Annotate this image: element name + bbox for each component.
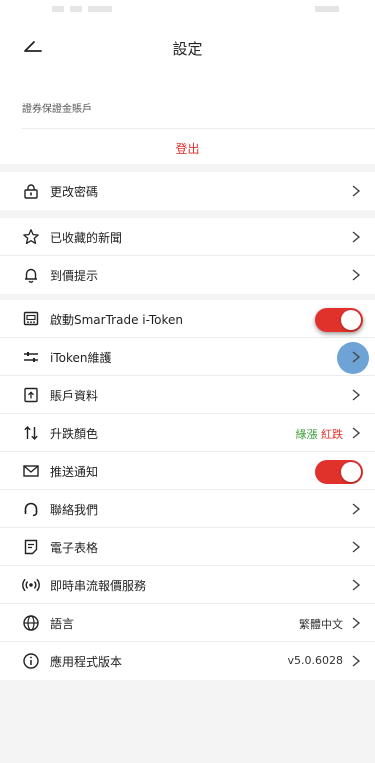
chevron-right-icon bbox=[352, 231, 361, 243]
info-icon bbox=[22, 652, 40, 670]
chevron-right-icon bbox=[352, 389, 361, 401]
row-contact-us[interactable]: 聯絡我們 bbox=[0, 490, 375, 528]
row-price-color[interactable]: 升跌顏色 綠漲 紅跌 bbox=[0, 414, 375, 452]
bell-icon bbox=[22, 266, 40, 284]
account-label: 證券保證金賬戶 bbox=[22, 104, 92, 115]
row-streaming-quote[interactable]: 即時串流報價服務 bbox=[0, 566, 375, 604]
row-label: 推送通知 bbox=[50, 465, 99, 479]
up-down-arrows-icon bbox=[22, 424, 40, 442]
nav-bar: 設定 bbox=[0, 22, 375, 74]
chevron-right-icon bbox=[352, 269, 361, 281]
row-account-info[interactable]: 賬戶資料 bbox=[0, 376, 375, 414]
token-icon bbox=[22, 310, 40, 328]
row-itoken-activate[interactable]: 啟動SmarTrade i-Token bbox=[0, 300, 375, 338]
rise-green-label: 綠漲 bbox=[295, 428, 318, 441]
row-saved-news[interactable]: 已收藏的新聞 bbox=[0, 218, 375, 256]
row-itoken-maintenance[interactable]: iToken維護 bbox=[0, 338, 375, 376]
row-label: 聯絡我們 bbox=[50, 503, 99, 517]
globe-icon bbox=[22, 614, 40, 632]
account-doc-icon bbox=[22, 386, 40, 404]
row-e-forms[interactable]: 電子表格 bbox=[0, 528, 375, 566]
settings-group-news: 已收藏的新聞 到價提示 bbox=[0, 218, 375, 294]
fall-red-label: 紅跌 bbox=[321, 428, 343, 441]
form-icon bbox=[22, 538, 40, 556]
row-label: 已收藏的新聞 bbox=[50, 231, 123, 245]
chevron-right-icon bbox=[352, 655, 361, 667]
itoken-toggle[interactable] bbox=[315, 308, 363, 332]
language-value: 繁體中文 bbox=[299, 618, 343, 631]
status-indicators-left bbox=[52, 6, 112, 12]
price-color-value: 綠漲 紅跌 bbox=[296, 426, 344, 442]
settings-group-password: 更改密碼 bbox=[0, 172, 375, 210]
chevron-right-icon bbox=[352, 351, 361, 363]
toggle-knob bbox=[341, 310, 361, 330]
page-title: 設定 bbox=[172, 40, 203, 58]
mail-icon bbox=[22, 462, 40, 480]
chevron-right-icon bbox=[352, 185, 361, 197]
chevron-right-icon bbox=[352, 579, 361, 591]
row-label: 電子表格 bbox=[50, 541, 99, 555]
account-divider bbox=[22, 128, 375, 129]
account-section: 證券保證金賬戶 登出 bbox=[0, 74, 375, 164]
row-label: 賬戶資料 bbox=[50, 389, 99, 403]
broadcast-icon bbox=[22, 576, 40, 594]
chevron-right-icon bbox=[352, 617, 361, 629]
headset-icon bbox=[22, 500, 40, 518]
sliders-icon bbox=[22, 348, 40, 366]
chevron-right-icon bbox=[352, 503, 361, 515]
push-toggle[interactable] bbox=[315, 460, 363, 484]
row-label: 更改密碼 bbox=[50, 185, 99, 199]
row-push-notification[interactable]: 推送通知 bbox=[0, 452, 375, 490]
row-label: 語言 bbox=[50, 617, 75, 631]
status-bar bbox=[0, 0, 375, 22]
row-app-version[interactable]: 應用程式版本 v5.0.6028 bbox=[0, 642, 375, 680]
chevron-right-icon bbox=[352, 427, 361, 439]
row-language[interactable]: 語言 繁體中文 bbox=[0, 604, 375, 642]
row-label: iToken維護 bbox=[50, 351, 112, 365]
logout-button[interactable]: 登出 bbox=[0, 140, 375, 157]
row-label: 即時串流報價服務 bbox=[50, 579, 147, 593]
row-label: 啟動SmarTrade i-Token bbox=[50, 313, 183, 327]
row-price-alert[interactable]: 到價提示 bbox=[0, 256, 375, 294]
settings-group-main: 啟動SmarTrade i-Token iToken維護 賬戶資料 升跌顏色 綠… bbox=[0, 300, 375, 680]
row-change-password[interactable]: 更改密碼 bbox=[0, 172, 375, 210]
version-value: v5.0.6028 bbox=[287, 654, 344, 667]
toggle-knob bbox=[341, 462, 361, 482]
star-icon bbox=[22, 228, 40, 246]
lock-icon bbox=[22, 182, 40, 200]
row-label: 升跌顏色 bbox=[50, 427, 99, 441]
status-indicators-right bbox=[315, 6, 339, 12]
chevron-right-icon bbox=[352, 541, 361, 553]
row-label: 到價提示 bbox=[50, 269, 99, 283]
row-label: 應用程式版本 bbox=[50, 655, 123, 669]
